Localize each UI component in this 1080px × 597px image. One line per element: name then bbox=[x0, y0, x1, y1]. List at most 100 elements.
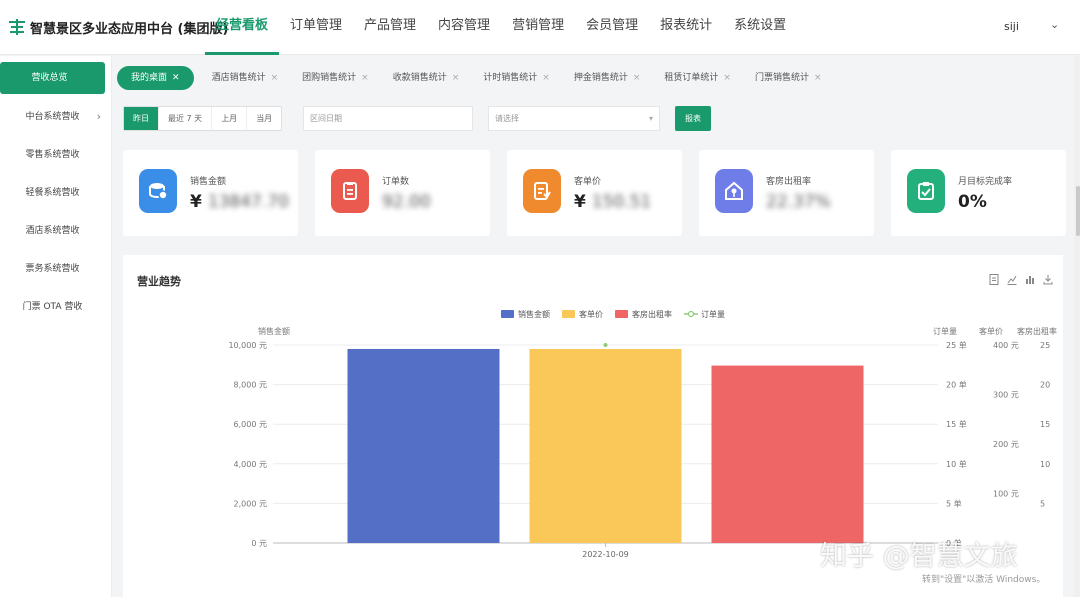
range-yesterday[interactable]: 昨日 bbox=[124, 107, 159, 130]
y3-tick-label: 300 元 bbox=[993, 391, 1019, 400]
legend-label: 客房出租率 bbox=[632, 309, 672, 319]
nav-settings[interactable]: 系统设置 bbox=[723, 0, 797, 55]
sidebar: 营收总览 中台系统营收 › 零售系统营收 轻餐系统营收 酒店系统营收 票务系统营… bbox=[0, 56, 112, 597]
close-icon[interactable]: × bbox=[361, 73, 369, 83]
tab-timed-sales[interactable]: 计时销售统计 × bbox=[471, 66, 562, 90]
nav-members[interactable]: 会员管理 bbox=[575, 0, 649, 55]
tab-label: 酒店销售统计 bbox=[211, 73, 266, 83]
range-last-7-days[interactable]: 最近 7 天 bbox=[159, 107, 213, 130]
user-menu[interactable]: siji ⌄ bbox=[994, 0, 1080, 55]
kpi-value: 22.37% bbox=[766, 192, 831, 212]
page-tabs: 我的桌面 ✕ 酒店销售统计 × 团购销售统计 × 收款销售统计 × 计时销售统计 × 押金… bbox=[113, 60, 1080, 96]
y4-tick-label: 20 bbox=[1040, 381, 1050, 390]
sidebar-item-platform-revenue[interactable]: 中台系统营收 › bbox=[0, 98, 111, 136]
nav-products[interactable]: 产品管理 bbox=[353, 0, 427, 55]
kpi-label: 销售金额 bbox=[190, 177, 227, 187]
tab-label: 我的桌面 bbox=[131, 73, 168, 83]
page-scrollbar[interactable] bbox=[1074, 56, 1080, 597]
tab-rental-orders[interactable]: 租赁订单统计 × bbox=[652, 66, 743, 90]
scroll-thumb[interactable] bbox=[1076, 186, 1080, 236]
range-last-month[interactable]: 上月 bbox=[212, 107, 248, 130]
kpi-number: 150.51 bbox=[591, 192, 652, 212]
y-tick-label: 6,000 元 bbox=[234, 420, 267, 429]
tab-group-sales[interactable]: 团购销售统计 × bbox=[290, 66, 381, 90]
y4-tick-label: 15 bbox=[1040, 420, 1050, 429]
select-placeholder: 请选择 bbox=[495, 114, 519, 123]
close-icon[interactable]: × bbox=[814, 73, 822, 83]
sidebar-item-revenue-overview[interactable]: 营收总览 bbox=[0, 62, 105, 94]
kpi-label: 月目标完成率 bbox=[958, 177, 1013, 187]
y4-axis-label: 客房出租率 bbox=[1017, 326, 1057, 336]
close-icon[interactable]: × bbox=[271, 73, 279, 83]
kpi-value: 0% bbox=[958, 192, 987, 212]
legend-label: 订单量 bbox=[701, 309, 725, 319]
close-icon[interactable]: × bbox=[452, 73, 460, 83]
nav-reports[interactable]: 报表统计 bbox=[649, 0, 723, 55]
y3-axis-label: 客单价 bbox=[979, 326, 1003, 336]
kpi-number: 0% bbox=[958, 192, 987, 212]
legend-label: 销售金额 bbox=[518, 309, 550, 319]
tab-desktop[interactable]: 我的桌面 ✕ bbox=[117, 66, 194, 90]
kpi-value: ¥ 150.51 bbox=[574, 192, 651, 212]
watermark: 知乎 @智慧文旅 bbox=[820, 541, 1018, 572]
y2-tick-label: 10 单 bbox=[946, 459, 967, 469]
kpi-number: 92.00 bbox=[382, 192, 431, 212]
y2-tick-label: 25 单 bbox=[946, 340, 967, 350]
y-tick-label: 4,000 元 bbox=[234, 460, 267, 469]
sidebar-item-retail-revenue[interactable]: 零售系统营收 bbox=[0, 136, 111, 174]
nav-content[interactable]: 内容管理 bbox=[427, 0, 501, 55]
date-range-input[interactable]: 区间日期 bbox=[303, 106, 473, 131]
tab-payment-sales[interactable]: 收款销售统计 × bbox=[381, 66, 472, 90]
y2-tick-label: 15 单 bbox=[946, 419, 967, 429]
document-icon bbox=[523, 169, 561, 213]
close-icon[interactable]: × bbox=[723, 73, 731, 83]
nav-orders[interactable]: 订单管理 bbox=[279, 0, 353, 55]
filter-bar: 昨日 最近 7 天 上月 当月 区间日期 请选择 ▾ 报表 bbox=[123, 106, 823, 131]
legend-marker-dot bbox=[687, 310, 695, 318]
sidebar-item-hotel-revenue[interactable]: 酒店系统营收 bbox=[0, 212, 111, 250]
kpi-label: 客房出租率 bbox=[766, 177, 812, 187]
range-this-month[interactable]: 当月 bbox=[247, 107, 281, 130]
sidebar-item-ota-revenue[interactable]: 门票 OTA 营收 bbox=[0, 288, 111, 326]
date-range-selector: 昨日 最近 7 天 上月 当月 bbox=[123, 106, 283, 131]
kpi-card-sales: 销售金额 ¥ 13847.70 bbox=[123, 150, 298, 236]
y-tick-label: 0 元 bbox=[251, 539, 267, 548]
kpi-card-monthly-target: 月目标完成率 0% bbox=[891, 150, 1066, 236]
kpi-label: 订单数 bbox=[382, 177, 410, 187]
kpi-number: 13847.70 bbox=[207, 192, 289, 212]
y4-tick-label: 10 bbox=[1040, 460, 1050, 469]
y-tick-label: 2,000 元 bbox=[234, 499, 267, 508]
tab-ticket-sales[interactable]: 门票销售统计 × bbox=[743, 66, 834, 90]
clipboard-icon bbox=[331, 169, 369, 213]
close-icon[interactable]: ✕ bbox=[172, 73, 180, 83]
sidebar-item-label: 中台系统营收 bbox=[25, 112, 80, 122]
kpi-label: 客单价 bbox=[574, 177, 602, 187]
y-tick-label: 10,000 元 bbox=[228, 341, 267, 350]
y4-tick-label: 25 bbox=[1040, 341, 1050, 350]
chevron-down-icon: ▾ bbox=[648, 114, 653, 123]
nav-dashboard[interactable]: 经营看板 bbox=[205, 0, 280, 55]
kpi-number: 22.37% bbox=[766, 192, 831, 212]
top-bar: 智慧景区多业态应用中台 (集团版) 经营看板 订单管理 产品管理 内容管理 营销… bbox=[0, 0, 1080, 55]
sidebar-item-ticket-revenue[interactable]: 票务系统营收 bbox=[0, 250, 111, 288]
tab-deposit-sales[interactable]: 押金销售统计 × bbox=[562, 66, 653, 90]
y-tick-label: 8,000 元 bbox=[234, 381, 267, 390]
chevron-right-icon: › bbox=[96, 110, 101, 123]
close-icon[interactable]: × bbox=[633, 73, 641, 83]
y2-tick-label: 5 单 bbox=[946, 498, 962, 508]
legend-marker-0 bbox=[501, 310, 514, 318]
y-axis-label: 销售金额 bbox=[258, 326, 290, 336]
sidebar-item-dining-revenue[interactable]: 轻餐系统营收 bbox=[0, 174, 111, 212]
category-select[interactable]: 请选择 ▾ bbox=[488, 106, 660, 131]
house-key-icon bbox=[715, 169, 753, 213]
x-tick-label: 2022-10-09 bbox=[582, 550, 629, 559]
nav-marketing[interactable]: 营销管理 bbox=[501, 0, 575, 55]
y3-tick-label: 100 元 bbox=[993, 490, 1019, 499]
app-title: 智慧景区多业态应用中台 (集团版) bbox=[30, 22, 229, 37]
y2-axis-label: 订单量 bbox=[933, 326, 957, 336]
tab-hotel-sales[interactable]: 酒店销售统计 × bbox=[200, 66, 291, 90]
close-icon[interactable]: × bbox=[542, 73, 550, 83]
tab-label: 收款销售统计 bbox=[392, 73, 447, 83]
y2-tick-label: 20 单 bbox=[946, 380, 967, 390]
report-button[interactable]: 报表 bbox=[675, 106, 711, 131]
